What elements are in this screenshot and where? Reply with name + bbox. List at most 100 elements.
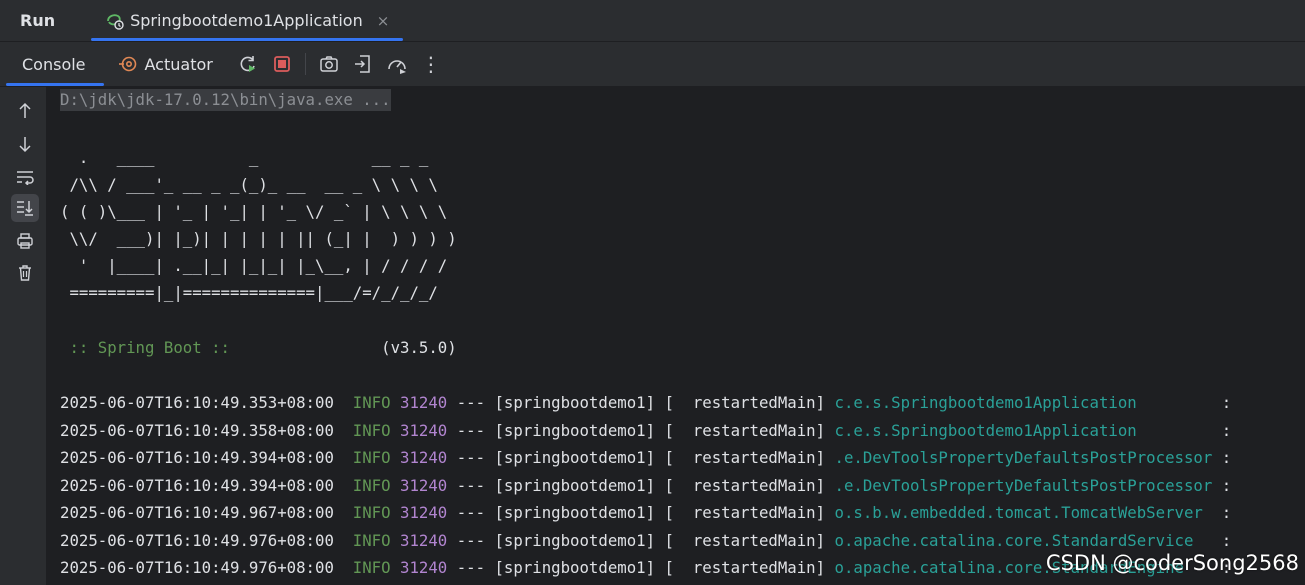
console-gutter xyxy=(0,87,46,585)
log-gap xyxy=(334,421,353,440)
run-tool-window-header: Run Springbootdemo1Application × xyxy=(0,0,1305,42)
toolbar-separator xyxy=(304,53,306,75)
active-tab-indicator xyxy=(91,38,404,41)
camera-icon[interactable] xyxy=(316,51,342,77)
java-command-line[interactable]: D:\jdk\jdk-17.0.12\bin\java.exe ... xyxy=(60,89,391,111)
scroll-to-end-icon[interactable] xyxy=(11,194,39,222)
log-level: INFO xyxy=(352,420,391,440)
log-pid: 31240 xyxy=(400,448,448,467)
log-pid: 31240 xyxy=(400,558,448,577)
banner-line: ( ( )\___ | '_ | '_| | '_ \/ _` | \ \ \ … xyxy=(60,202,448,221)
log-line: 2025-06-07T16:10:49.394+08:00 INFO 31240… xyxy=(60,447,1231,469)
log-gap xyxy=(391,476,400,495)
log-line: 2025-06-07T16:10:49.976+08:00 INFO 31240… xyxy=(60,530,1231,552)
console-output[interactable]: D:\jdk\jdk-17.0.12\bin\java.exe ... . __… xyxy=(46,87,1305,585)
log-level: INFO xyxy=(352,475,391,495)
log-thread: --- [springbootdemo1] [ restartedMain] xyxy=(447,393,835,412)
log-timestamp: 2025-06-07T16:10:49.353+08:00 xyxy=(60,393,334,412)
stop-icon[interactable] xyxy=(269,51,295,77)
banner-line: ' |____| .__|_| |_|_| |_\__, | / / / / xyxy=(60,256,448,275)
log-separator: : xyxy=(1221,420,1232,440)
spring-boot-label: :: Spring Boot :: xyxy=(60,338,240,357)
more-options-icon[interactable]: ⋮ xyxy=(418,51,444,77)
log-timestamp: 2025-06-07T16:10:49.394+08:00 xyxy=(60,448,334,467)
console-toolbar: Console Actuator ⋮ xyxy=(0,42,1305,87)
log-pid: 31240 xyxy=(400,503,448,522)
watermark: CSDN @coderSong2568 xyxy=(1045,551,1299,575)
log-logger: o.apache.catalina.core.StandardService xyxy=(834,530,1222,550)
print-icon[interactable] xyxy=(11,227,39,255)
log-thread: --- [springbootdemo1] [ restartedMain] xyxy=(447,530,835,550)
log-gap xyxy=(334,476,353,495)
log-gap xyxy=(391,421,400,440)
log-separator: : xyxy=(1221,530,1232,550)
arrow-up-icon[interactable] xyxy=(11,97,39,125)
active-tab-indicator xyxy=(6,83,104,86)
log-timestamp: 2025-06-07T16:10:49.976+08:00 xyxy=(60,530,334,550)
banner-line: /\\ / ___'_ __ _ _(_)_ __ __ _ \ \ \ \ xyxy=(60,175,438,194)
log-timestamp: 2025-06-07T16:10:49.394+08:00 xyxy=(60,475,334,495)
log-separator: : xyxy=(1221,393,1232,412)
log-level: INFO xyxy=(352,448,391,467)
log-timestamp: 2025-06-07T16:10:49.967+08:00 xyxy=(60,503,334,522)
banner-line: . ____ _ __ _ _ xyxy=(60,148,429,167)
log-separator: : xyxy=(1221,475,1232,495)
profiler-icon[interactable] xyxy=(384,51,410,77)
log-level: INFO xyxy=(352,503,391,522)
log-pid: 31240 xyxy=(400,530,448,550)
log-thread: --- [springbootdemo1] [ restartedMain] xyxy=(447,503,835,522)
log-gap xyxy=(391,448,400,467)
log-line: 2025-06-07T16:10:49.353+08:00 INFO 31240… xyxy=(60,392,1231,414)
log-line: 2025-06-07T16:10:49.394+08:00 INFO 31240… xyxy=(60,475,1231,497)
log-gap xyxy=(391,558,400,577)
arrow-down-icon[interactable] xyxy=(11,130,39,158)
soft-wrap-icon[interactable] xyxy=(11,163,39,191)
tab-console[interactable]: Console xyxy=(0,42,104,86)
log-level: INFO xyxy=(352,393,391,412)
log-thread: --- [springbootdemo1] [ restartedMain] xyxy=(447,475,835,495)
banner-line: \\/ ___)| |_)| | | | | || (_| | ) ) ) ) xyxy=(60,229,457,248)
log-gap xyxy=(334,503,353,522)
spring-boot-version-line: :: Spring Boot :: (v3.5.0) xyxy=(60,337,457,359)
log-logger: o.s.b.w.embedded.tomcat.TomcatWebServer xyxy=(834,503,1222,522)
spring-run-icon xyxy=(105,12,125,30)
spring-boot-version: (v3.5.0) xyxy=(239,338,457,357)
log-gap xyxy=(334,558,353,577)
tab-actuator[interactable]: Actuator xyxy=(104,42,231,86)
actuator-tab-label: Actuator xyxy=(144,54,213,74)
log-logger: c.e.s.Springbootdemo1Application xyxy=(834,393,1222,412)
log-gap xyxy=(391,503,400,522)
log-gap xyxy=(391,531,400,550)
close-icon[interactable]: × xyxy=(377,12,390,30)
log-logger: .e.DevToolsPropertyDefaultsPostProcessor xyxy=(834,448,1222,467)
actuator-icon xyxy=(118,54,138,74)
log-thread: --- [springbootdemo1] [ restartedMain] xyxy=(447,558,835,577)
run-title: Run xyxy=(20,11,56,30)
log-pid: 31240 xyxy=(400,475,448,495)
log-gap xyxy=(334,531,353,550)
log-pid: 31240 xyxy=(400,420,448,440)
log-level: INFO xyxy=(352,558,391,577)
log-line: 2025-06-07T16:10:49.358+08:00 INFO 31240… xyxy=(60,420,1231,442)
log-gap xyxy=(391,393,400,412)
log-gap xyxy=(334,448,353,467)
log-thread: --- [springbootdemo1] [ restartedMain] xyxy=(447,420,835,440)
run-tab-label: Springbootdemo1Application xyxy=(130,11,363,30)
log-level: INFO xyxy=(352,530,391,550)
rerun-icon[interactable] xyxy=(235,51,261,77)
log-logger: .e.DevToolsPropertyDefaultsPostProcessor xyxy=(834,475,1222,495)
trash-icon[interactable] xyxy=(11,259,39,287)
log-logger: c.e.s.Springbootdemo1Application xyxy=(834,420,1222,440)
log-separator: : xyxy=(1221,448,1232,467)
console-tab-label: Console xyxy=(22,54,86,74)
log-separator: : xyxy=(1221,503,1232,522)
banner-line: =========|_|==============|___/=/_/_/_/ xyxy=(60,283,438,302)
log-thread: --- [springbootdemo1] [ restartedMain] xyxy=(447,448,835,467)
log-timestamp: 2025-06-07T16:10:49.976+08:00 xyxy=(60,558,334,577)
log-timestamp: 2025-06-07T16:10:49.358+08:00 xyxy=(60,420,334,440)
log-pid: 31240 xyxy=(400,393,448,412)
attach-debugger-icon[interactable] xyxy=(350,51,376,77)
log-gap xyxy=(334,393,353,412)
tab-springbootdemo1application[interactable]: Springbootdemo1Application × xyxy=(91,0,404,41)
log-line: 2025-06-07T16:10:49.967+08:00 INFO 31240… xyxy=(60,502,1231,524)
